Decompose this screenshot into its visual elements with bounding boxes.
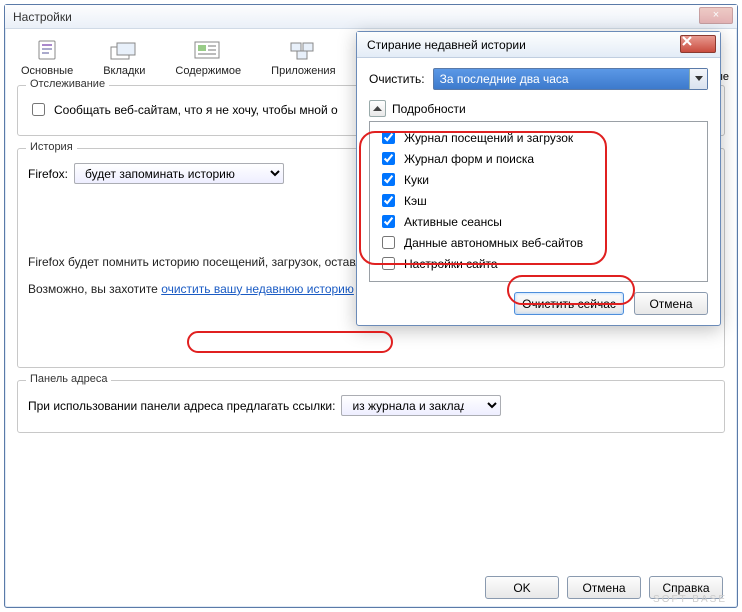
checklist-label: Настройки сайта: [404, 257, 498, 271]
tracking-group-title: Отслеживание: [26, 78, 109, 90]
details-checklist: Журнал посещений и загрузок Журнал форм и…: [369, 121, 708, 282]
checklist-item: Настройки сайта: [378, 254, 699, 273]
clear-range-label: Очистить:: [369, 72, 425, 86]
dnt-checkbox[interactable]: [32, 103, 45, 116]
tab-content-label: Содержимое: [175, 65, 241, 77]
checklist-label: Куки: [404, 173, 429, 187]
checklist-checkbox-4[interactable]: [382, 215, 395, 228]
checklist-item: Куки: [378, 170, 699, 189]
checklist-checkbox-0[interactable]: [382, 131, 395, 144]
window-title: Настройки: [13, 10, 72, 24]
tab-general-label: Основные: [21, 65, 73, 77]
clear-recent-history-link[interactable]: очистить вашу недавнюю историю: [161, 282, 354, 296]
checklist-label: Журнал посещений и загрузок: [404, 131, 573, 145]
checklist-checkbox-1[interactable]: [382, 152, 395, 165]
tab-general[interactable]: Основные: [17, 35, 77, 79]
time-range-combo[interactable]: За последние два часа: [433, 68, 708, 90]
addressbar-label: При использовании панели адреса предлага…: [28, 399, 335, 413]
dialog-cancel-button[interactable]: Отмена: [634, 292, 708, 315]
dialog-titlebar: Стирание недавней истории: [357, 32, 720, 58]
checklist-item: Данные автономных веб-сайтов: [378, 233, 699, 252]
clear-history-dialog: Стирание недавней истории Очистить: За п…: [356, 31, 721, 326]
checklist-item: Журнал посещений и загрузок: [378, 128, 699, 147]
cancel-button[interactable]: Отмена: [567, 576, 641, 599]
combo-dropdown-icon: [689, 69, 707, 89]
addressbar-group-title: Панель адреса: [26, 373, 111, 385]
window-close-icon[interactable]: ×: [699, 7, 733, 24]
checklist-label: Журнал форм и поиска: [404, 152, 534, 166]
checklist-item: Активные сеансы: [378, 212, 699, 231]
addressbar-group: Панель адреса При использовании панели а…: [17, 380, 725, 433]
details-label: Подробности: [392, 102, 466, 116]
checklist-checkbox-3[interactable]: [382, 194, 395, 207]
ok-button[interactable]: OK: [485, 576, 559, 599]
checklist-label: Кэш: [404, 194, 427, 208]
checklist-label: Данные автономных веб-сайтов: [404, 236, 583, 250]
history-mode-select[interactable]: будет запоминать историю: [74, 163, 284, 184]
checklist-item: Журнал форм и поиска: [378, 149, 699, 168]
tab-content[interactable]: Содержимое: [171, 35, 245, 79]
watermark: SOFT BASE: [653, 594, 727, 605]
settings-window: Настройки × Основные Вкладки Содержим: [4, 4, 738, 608]
checklist-checkbox-6[interactable]: [382, 257, 395, 270]
tab-tabs[interactable]: Вкладки: [99, 35, 149, 79]
tab-tabs-label: Вкладки: [103, 65, 145, 77]
addressbar-suggest-select[interactable]: из журнала и закладок: [341, 395, 501, 416]
dialog-close-button[interactable]: [680, 35, 716, 53]
checklist-checkbox-2[interactable]: [382, 173, 395, 186]
details-toggle-button[interactable]: [369, 100, 386, 117]
tab-applications-label: Приложения: [271, 65, 335, 77]
checklist-item: Кэш: [378, 191, 699, 210]
firefox-label: Firefox:: [28, 167, 68, 181]
clear-now-button[interactable]: Очистить сейчас: [514, 292, 624, 315]
window-titlebar: Настройки ×: [5, 5, 737, 29]
checklist-checkbox-5[interactable]: [382, 236, 395, 249]
checklist-label: Активные сеансы: [404, 215, 502, 229]
dialog-title: Стирание недавней истории: [367, 38, 526, 52]
tabs-icon: [108, 37, 140, 63]
tab-applications[interactable]: Приложения: [267, 35, 339, 79]
content-icon: [192, 37, 224, 63]
general-icon: [31, 37, 63, 63]
applications-icon: [287, 37, 319, 63]
dnt-label: Сообщать веб-сайтам, что я не хочу, чтоб…: [54, 103, 338, 117]
history-group-title: История: [26, 141, 77, 153]
